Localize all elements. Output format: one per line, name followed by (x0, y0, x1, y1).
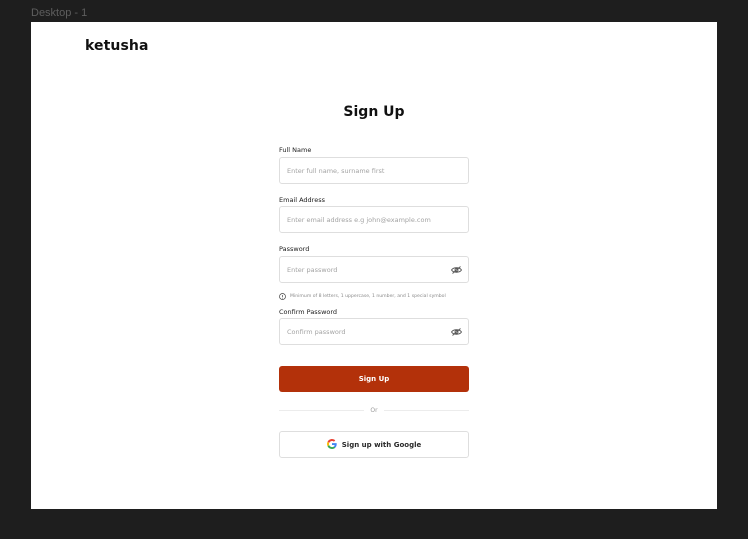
sign-up-button[interactable]: Sign Up (279, 366, 469, 392)
google-sign-up-button[interactable]: Sign up with Google (279, 431, 469, 458)
google-logo-icon (326, 437, 337, 452)
email-field[interactable] (279, 206, 469, 233)
password-input[interactable] (280, 257, 449, 282)
desktop-frame: ketusha Sign Up Full Name Email Address … (31, 22, 717, 509)
confirm-password-input[interactable] (280, 319, 449, 344)
logo[interactable]: ketusha (85, 38, 149, 54)
frame-label: Desktop - 1 (31, 7, 88, 19)
email-input[interactable] (280, 207, 468, 232)
password-label: Password (279, 245, 310, 253)
divider-line-left (279, 409, 365, 411)
eye-off-icon[interactable] (449, 325, 463, 339)
eye-off-icon[interactable] (449, 263, 463, 277)
full-name-field[interactable] (279, 157, 469, 184)
divider-text: Or (370, 406, 378, 414)
or-divider: Or (279, 405, 470, 415)
page-title: Sign Up (343, 104, 405, 120)
password-hint: Minimum of 8 letters, 1 uppercase, 1 num… (279, 287, 479, 305)
google-button-label: Sign up with Google (341, 440, 422, 449)
password-hint-text: Minimum of 8 letters, 1 uppercase, 1 num… (290, 293, 446, 299)
password-field[interactable] (279, 256, 469, 283)
divider-line-right (383, 409, 470, 411)
confirm-password-field[interactable] (279, 318, 469, 345)
full-name-input[interactable] (280, 158, 468, 183)
full-name-label: Full Name (279, 146, 312, 154)
confirm-password-label: Confirm Password (279, 308, 338, 316)
email-label: Email Address (279, 196, 325, 204)
info-icon (279, 287, 286, 305)
